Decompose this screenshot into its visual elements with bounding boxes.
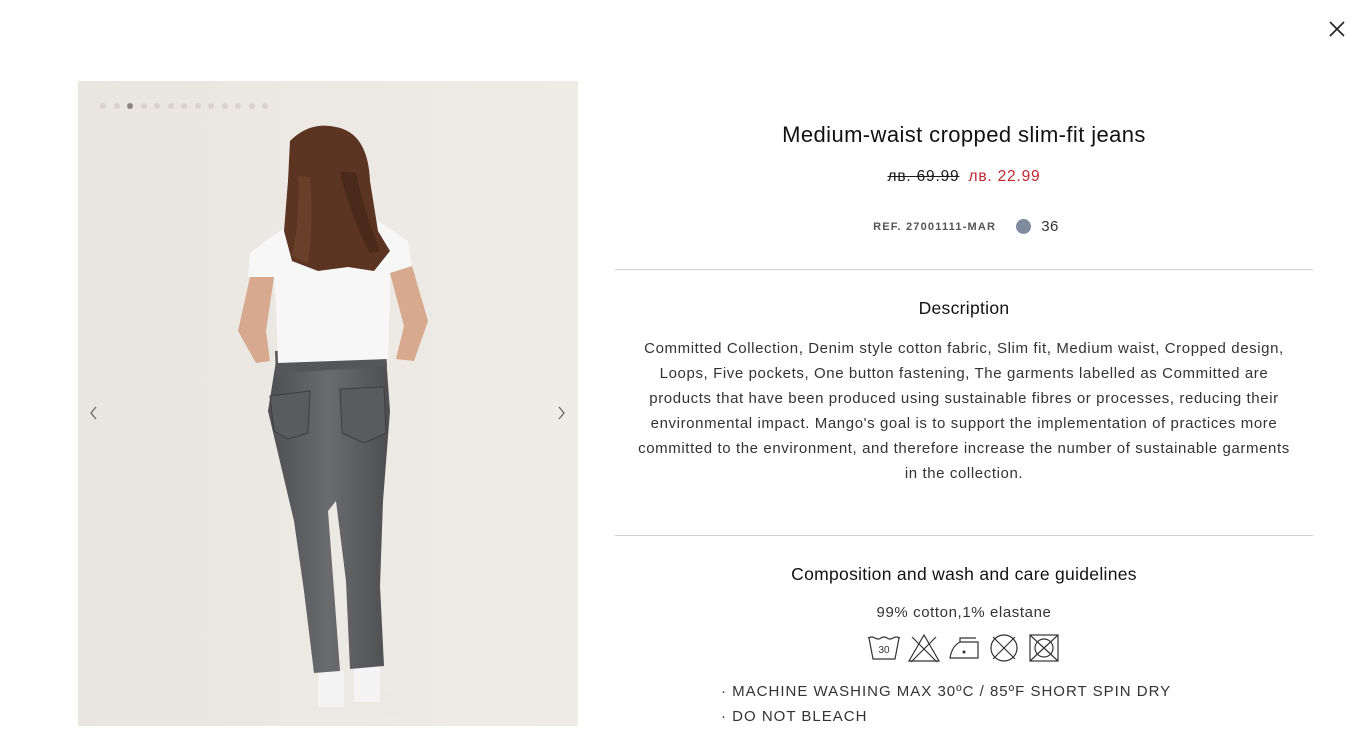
iron-low-icon (949, 637, 979, 659)
composition-heading: Composition and wash and care guidelines (791, 564, 1137, 584)
wash-30-icon: 30 (867, 636, 901, 660)
gallery-dot[interactable] (154, 103, 160, 109)
no-tumble-dry-icon (990, 634, 1018, 662)
price-row: лв. 69.99 лв. 22.99 (615, 168, 1313, 186)
wash-temp-label: 30 (878, 645, 890, 656)
gallery-dot[interactable] (140, 103, 147, 109)
gallery-next-button[interactable] (553, 401, 569, 425)
gallery-dot[interactable] (208, 103, 214, 109)
gallery-dot[interactable] (248, 103, 255, 109)
care-instruction: · DO NOT BLEACH (721, 708, 868, 725)
divider (615, 535, 1313, 536)
product-ref: REF. 27001111-MAR (873, 220, 997, 233)
no-bleach-icon (907, 633, 941, 663)
care-icons: 30 (615, 632, 1313, 664)
gallery-dot[interactable] (181, 103, 187, 109)
chevron-left-icon (90, 406, 97, 420)
description-text: Committed Collection, Denim style cotton… (638, 340, 1290, 482)
gallery-pagination (100, 103, 268, 109)
gallery-dot[interactable] (167, 103, 174, 109)
size-label: 36 (1041, 218, 1059, 235)
close-button[interactable] (1325, 17, 1349, 41)
gallery-dot[interactable] (221, 103, 228, 109)
description-heading: Description (918, 298, 1010, 318)
no-dryclean-icon (1029, 634, 1059, 662)
gallery-dot[interactable] (194, 103, 201, 109)
gallery-prev-button[interactable] (86, 401, 102, 425)
sale-price: лв. 22.99 (968, 168, 1041, 185)
product-gallery[interactable] (78, 81, 578, 726)
gallery-dot[interactable] (100, 103, 106, 109)
chevron-right-icon (558, 406, 565, 420)
original-price: лв. 69.99 (887, 168, 960, 185)
gallery-dot[interactable] (235, 103, 241, 109)
gallery-dot[interactable] (113, 103, 120, 109)
care-instruction: · MACHINE WASHING MAX 30ºC / 85ºF SHORT … (721, 683, 1172, 700)
composition-text: 99% cotton,1% elastane (876, 604, 1052, 621)
divider (615, 269, 1313, 270)
close-icon (1329, 21, 1345, 37)
gallery-dot[interactable] (127, 103, 133, 109)
product-title: Medium-waist cropped slim-fit jeans (782, 122, 1146, 147)
ref-row: REF. 27001111-MAR 36 (615, 218, 1313, 235)
gallery-dot[interactable] (262, 103, 268, 109)
care-instructions: · MACHINE WASHING MAX 30ºC / 85ºF SHORT … (721, 679, 1171, 729)
product-photo (78, 81, 578, 726)
color-swatch[interactable] (1016, 219, 1032, 234)
